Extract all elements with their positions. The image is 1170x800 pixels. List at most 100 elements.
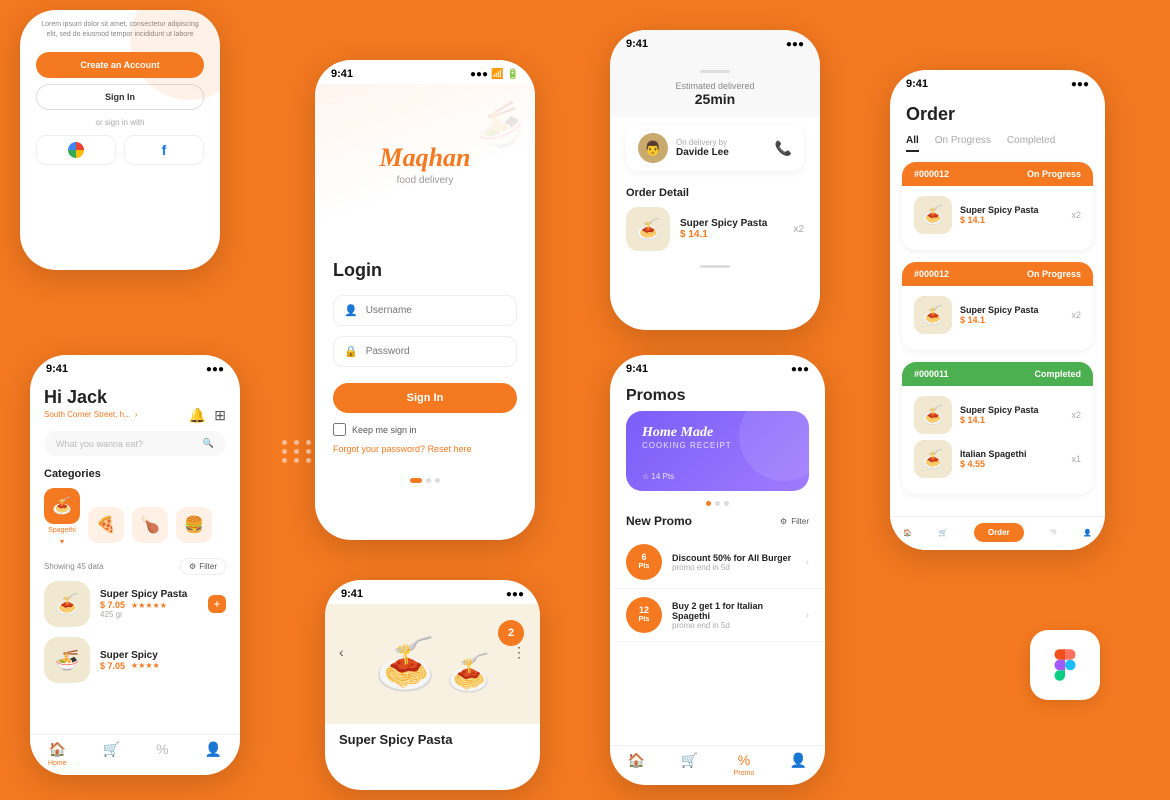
ol-nav-home[interactable]: 🏠 xyxy=(903,529,912,537)
home-header: Hi Jack South Corner Street, h... › 🔔 ⊞ xyxy=(30,379,240,425)
order-card-food-img-2: 🍝 xyxy=(914,296,952,334)
order-item-row: 🍝 Super Spicy Pasta $ 14.1 x2 xyxy=(626,207,804,251)
food-item-1[interactable]: 🍝 Super Spicy Pasta $ 7.05 ★★★★★ 425 gr … xyxy=(44,581,226,627)
app-tagline: food delivery xyxy=(397,175,454,186)
promo-nav-profile[interactable]: 👤 xyxy=(790,752,807,777)
order-card-name-2: Super Spicy Pasta xyxy=(960,305,1039,315)
search-placeholder: What you wanna eat? xyxy=(56,439,143,449)
pasta-title: Super Spicy Pasta xyxy=(339,732,526,747)
status-icons-promos: ●●● xyxy=(791,364,809,375)
figma-logo xyxy=(1030,630,1100,700)
login-sign-in-button[interactable]: Sign In xyxy=(333,383,517,413)
facebook-login-button[interactable]: f xyxy=(124,135,204,165)
promo-banner-dots xyxy=(610,501,825,506)
order-card-price-3b: $ 4.55 xyxy=(960,459,1027,469)
pts-label-1: Pts xyxy=(639,563,650,571)
chevron-down-icon: ▾ xyxy=(60,537,64,546)
order-card-item-2: 🍝 Super Spicy Pasta $ 14.1 x2 xyxy=(914,296,1081,334)
categories-title: Categories xyxy=(44,468,226,480)
delivery-person-card: 👨 On delivery by Davide Lee 📞 xyxy=(626,125,804,171)
promo-item-1[interactable]: 6 Pts Discount 50% for All Burger promo … xyxy=(610,536,825,589)
grid-icon[interactable]: ⊞ xyxy=(214,407,226,424)
ol-nav-promo[interactable]: % xyxy=(1050,529,1056,536)
promo-end-1: promo end in 5d xyxy=(672,563,796,572)
order-status-1: On Progress xyxy=(1027,169,1081,179)
category-pizza[interactable]: 🍕 xyxy=(88,507,124,546)
promo-icon-nav: % xyxy=(738,752,750,768)
time-ol: 9:41 xyxy=(906,78,928,90)
food-item-2[interactable]: 🍜 Super Spicy $ 7.05 ★★★★ xyxy=(44,637,226,683)
food-decoration: 🍜 xyxy=(469,97,532,158)
tab-all[interactable]: All xyxy=(906,135,919,152)
add-to-cart-button-1[interactable]: + xyxy=(208,595,226,613)
password-input-row[interactable]: 🔒 xyxy=(333,336,517,367)
password-input[interactable] xyxy=(366,346,506,357)
pts-value-2: 12 xyxy=(639,605,649,616)
more-button[interactable]: ⋮ xyxy=(512,644,526,661)
promo-nav-label: Promo xyxy=(734,770,755,777)
promo-nav-home[interactable]: 🏠 xyxy=(628,752,645,777)
reset-here-link[interactable]: Reset here xyxy=(428,444,472,454)
social-login-row: f xyxy=(36,135,204,165)
order-card-food-img-1: 🍝 xyxy=(914,196,952,234)
delivery-info: On delivery by Davide Lee xyxy=(676,138,767,158)
category-chicken[interactable]: 🍗 xyxy=(132,507,168,546)
promo-name-1: Discount 50% for All Burger xyxy=(672,553,796,563)
promo-end-2: promo end in 5d xyxy=(672,621,796,630)
tab-completed[interactable]: Completed xyxy=(1007,135,1055,152)
nav-promo[interactable]: % xyxy=(156,741,168,767)
home-icon-promo: 🏠 xyxy=(628,752,645,769)
pts-label-2: Pts xyxy=(639,616,650,624)
order-card-item-3b: 🍝 Italian Spagethi $ 4.55 x1 xyxy=(914,440,1081,478)
order-card-item-3a: 🍝 Super Spicy Pasta $ 14.1 x2 xyxy=(914,396,1081,434)
promo-nav-promo[interactable]: % Promo xyxy=(734,752,755,777)
status-bar: 9:41 ●●●📶🔋 xyxy=(315,60,535,84)
status-icons: ●●●📶🔋 xyxy=(470,69,519,80)
promo-filter-button[interactable]: ⚙ Filter xyxy=(780,517,809,526)
order-card-qty-3b: x1 xyxy=(1071,454,1081,464)
ol-nav-cart[interactable]: 🛒 xyxy=(939,529,948,537)
order-card-name-3a: Super Spicy Pasta xyxy=(960,405,1039,415)
profile-icon: 👤 xyxy=(205,741,222,758)
phone-call-icon[interactable]: 📞 xyxy=(775,140,792,157)
username-input[interactable] xyxy=(366,305,506,316)
promo-nav-cart[interactable]: 🛒 xyxy=(681,752,698,777)
order-list-bottom-nav: 🏠 🛒 Order % 👤 xyxy=(890,516,1105,550)
tab-on-progress[interactable]: On Progress xyxy=(935,135,991,152)
keep-signin-label: Keep me sign in xyxy=(352,425,417,435)
cart-icon-promo: 🛒 xyxy=(681,752,698,769)
dot-1 xyxy=(410,478,422,483)
nav-profile[interactable]: 👤 xyxy=(205,741,222,767)
status-icons-pasta: ●●● xyxy=(506,589,524,600)
order-list-title: Order xyxy=(906,104,1089,125)
category-spaghetti[interactable]: 🍝 Spagethi ▾ xyxy=(44,488,80,546)
filter-button[interactable]: ⚙ Filter xyxy=(180,558,226,575)
back-button[interactable]: ‹ xyxy=(339,644,344,660)
order-card-qty-2: x2 xyxy=(1071,310,1081,320)
search-icon[interactable]: 🔍 xyxy=(203,438,214,449)
promo-item-2[interactable]: 12 Pts Buy 2 get 1 for Italian Spagethi … xyxy=(610,589,825,642)
nav-home[interactable]: 🏠 Home xyxy=(48,741,67,767)
food-image-2: 🍜 xyxy=(44,637,90,683)
username-input-row[interactable]: 👤 xyxy=(333,295,517,326)
category-burger[interactable]: 🍔 xyxy=(176,507,212,546)
pasta-detail-bottom: Super Spicy Pasta xyxy=(325,724,540,755)
search-bar[interactable]: What you wanna eat? 🔍 xyxy=(44,431,226,456)
order-card-info-3a: Super Spicy Pasta $ 14.1 xyxy=(960,405,1039,425)
burger-icon-box: 🍔 xyxy=(176,507,212,543)
nav-cart[interactable]: 🛒 xyxy=(103,741,120,767)
keep-signin-checkbox[interactable] xyxy=(333,423,346,436)
food-list: 🍝 Super Spicy Pasta $ 7.05 ★★★★★ 425 gr … xyxy=(30,581,240,683)
new-promo-title: New Promo xyxy=(626,514,692,528)
bell-icon[interactable]: 🔔 xyxy=(189,407,206,424)
promo-banner[interactable]: Home Made COOKING RECEIPT ☆ 14 Pts xyxy=(626,411,809,491)
or-sign-in-text: or sign in with xyxy=(36,118,204,127)
order-card-qty-1: x2 xyxy=(1071,210,1081,220)
google-login-button[interactable] xyxy=(36,135,116,165)
food-name-2: Super Spicy xyxy=(100,650,226,661)
ol-nav-profile[interactable]: 👤 xyxy=(1083,529,1092,537)
pasta-bowl-image: 🍝 xyxy=(374,635,436,694)
promo-dot-1 xyxy=(706,501,711,506)
est-time-value: 25min xyxy=(626,91,804,107)
order-nav-order-button[interactable]: Order xyxy=(974,523,1024,542)
